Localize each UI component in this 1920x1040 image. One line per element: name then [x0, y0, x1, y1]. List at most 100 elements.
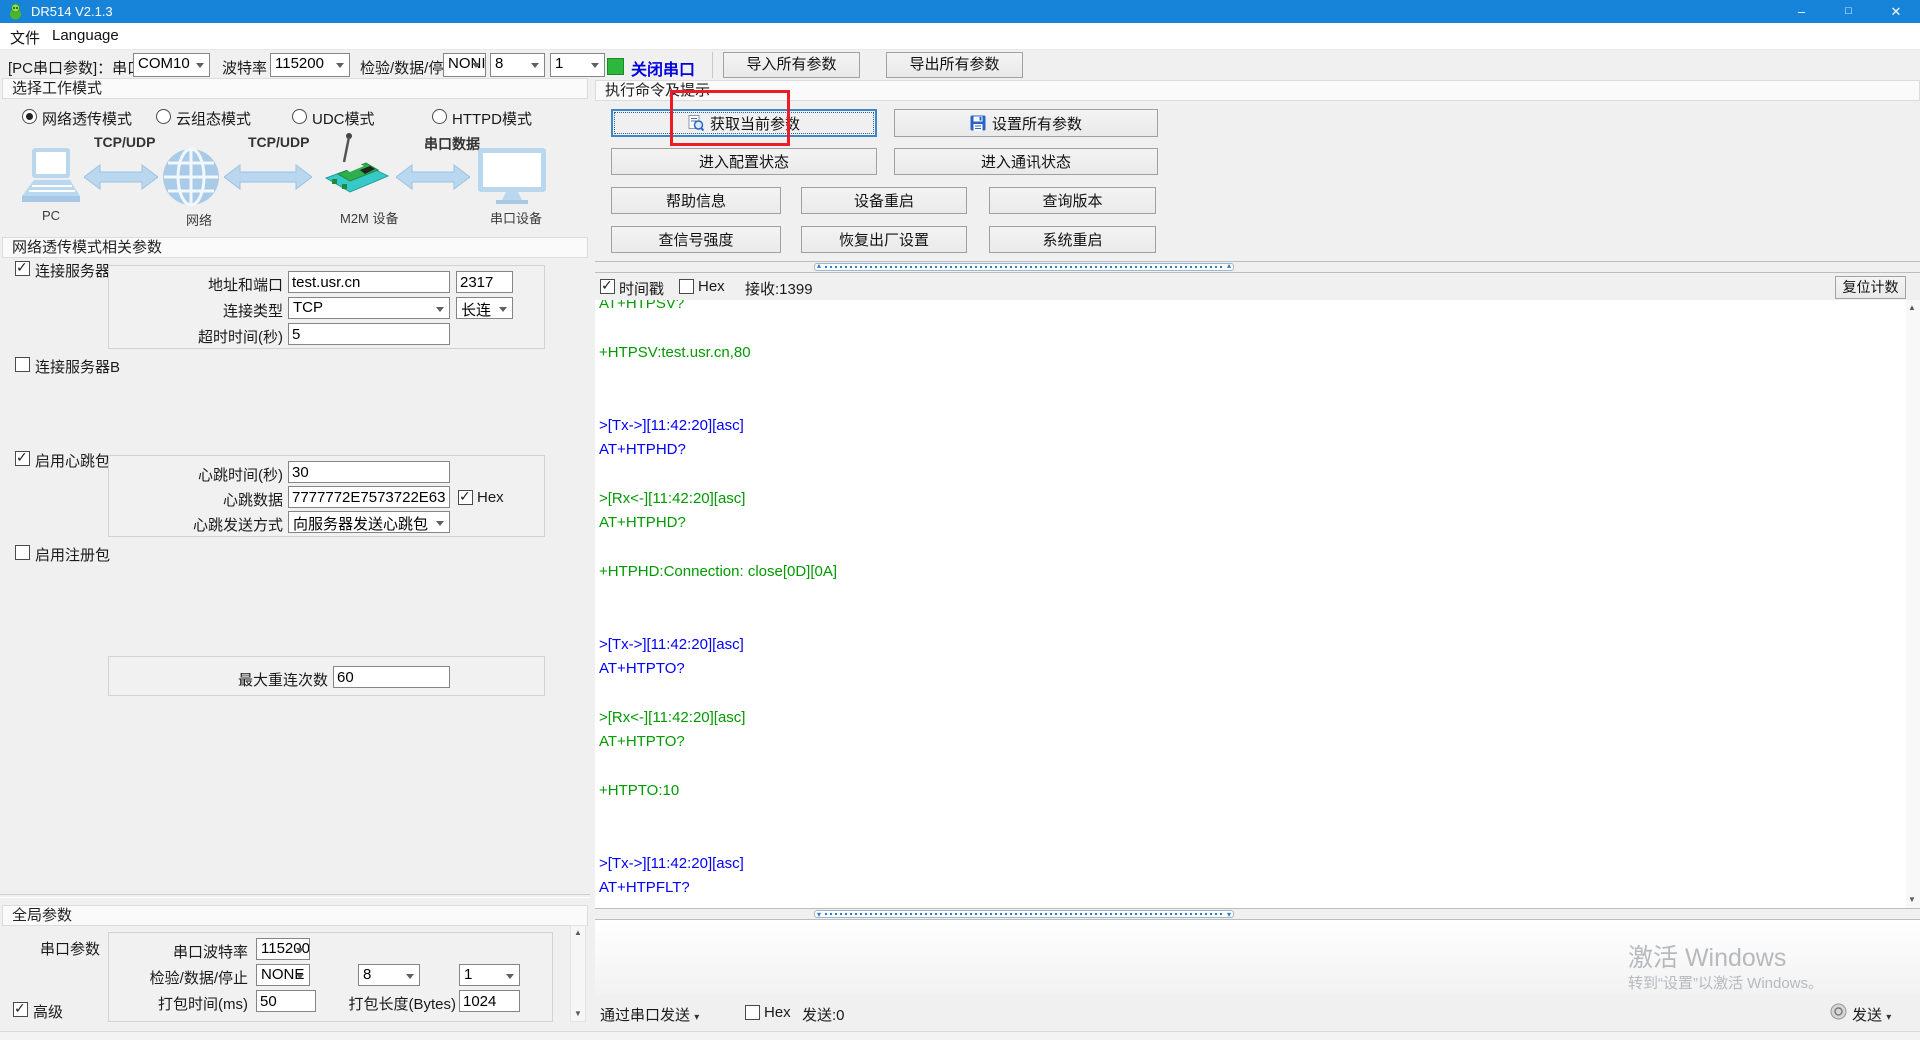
import-params-button[interactable]: 导入所有参数	[723, 52, 860, 78]
minimize-button[interactable]: –	[1778, 0, 1825, 23]
terminal-output[interactable]: AT+HTPSV?+HTPSV:test.usr.cn,80>[Tx->][11…	[595, 300, 1906, 908]
command-panel-header: 执行命令及提示	[595, 80, 1920, 101]
menu-language[interactable]: Language	[52, 27, 119, 44]
g-parity-select[interactable]: NONE	[256, 964, 310, 986]
heartbeat-data-input[interactable]	[288, 486, 450, 508]
databits-select[interactable]: 8	[490, 53, 545, 77]
baud-select[interactable]: 115200	[270, 53, 350, 77]
scroll-down-icon[interactable]: ▼	[570, 1006, 586, 1022]
app-icon	[7, 3, 24, 20]
reconnect-label: 最大重连次数	[225, 669, 328, 690]
stopbits-select[interactable]: 1	[550, 53, 605, 77]
terminal-scroll-down-icon[interactable]: ▼	[1905, 892, 1919, 908]
enter-config-button[interactable]: 进入配置状态	[611, 148, 877, 175]
terminal-line: >[Rx<-][11:42:20][asc]	[595, 706, 1906, 730]
splitter-arrow-icon: ▴	[817, 261, 821, 271]
server-a-checkbox[interactable]	[15, 261, 30, 276]
g-databits-select[interactable]: 8	[358, 964, 420, 986]
params-section-header: 网络透传模式相关参数	[2, 237, 588, 258]
scroll-up-icon[interactable]: ▲	[570, 925, 586, 941]
heartbeat-time-input[interactable]	[288, 461, 450, 483]
terminal-line	[595, 535, 1906, 559]
system-reboot-button[interactable]: 系统重启	[989, 226, 1156, 253]
bottom-splitter-handle[interactable]: ▾ ▾	[814, 910, 1234, 918]
radio-udc-mode[interactable]	[292, 109, 307, 124]
server-a-address-input[interactable]	[288, 271, 450, 293]
m2m-label: M2M 设备	[340, 208, 399, 227]
recv-hex-checkbox[interactable]	[679, 279, 694, 294]
send-dropdown-icon: ▾	[1886, 1012, 1891, 1023]
export-params-button[interactable]: 导出所有参数	[886, 52, 1023, 78]
link1-label: TCP/UDP	[94, 134, 155, 150]
heartbeat-hex-checkbox[interactable]	[458, 490, 473, 505]
baud-label: 波特率	[222, 57, 267, 78]
parity-select[interactable]: NONI	[443, 53, 486, 77]
terminal-scrollbar[interactable]	[1906, 300, 1920, 908]
conn-type-select[interactable]: TCP	[288, 297, 450, 319]
serial-params-label: 串口参数	[40, 938, 100, 959]
send-button-label: 发送	[1852, 1007, 1882, 1024]
send-hex-label: Hex	[764, 1004, 791, 1021]
device-reboot-button[interactable]: 设备重启	[801, 187, 967, 214]
server-b-checkbox[interactable]	[15, 357, 30, 372]
heartbeat-label: 启用心跳包	[35, 450, 110, 471]
send-hex-checkbox[interactable]	[745, 1005, 760, 1020]
heartbeat-mode-select[interactable]: 向服务器发送心跳包	[288, 511, 450, 533]
terminal-scroll-up-icon[interactable]: ▲	[1905, 300, 1919, 316]
top-splitter[interactable]	[595, 261, 1920, 273]
pc-icon	[20, 146, 80, 206]
send-button[interactable]: 发送 ▾	[1852, 1004, 1891, 1025]
set-params-button[interactable]: 设置所有参数	[894, 109, 1158, 137]
link2-label: TCP/UDP	[248, 134, 309, 150]
bottom-splitter[interactable]	[595, 908, 1920, 920]
terminal-line: >[Tx->][11:42:20][asc]	[595, 414, 1906, 438]
radio-httpd-mode[interactable]	[432, 109, 447, 124]
terminal-line	[595, 755, 1906, 779]
send-via-serial-button[interactable]: 通过串口发送 ▾	[600, 1004, 699, 1025]
radio-cloud-config[interactable]	[156, 109, 171, 124]
register-checkbox[interactable]	[15, 545, 30, 560]
pack-time-input[interactable]	[256, 990, 316, 1012]
terminal-line	[595, 828, 1906, 852]
terminal-log: AT+HTPSV?+HTPSV:test.usr.cn,80>[Tx->][11…	[595, 300, 1906, 901]
terminal-line	[595, 365, 1906, 389]
terminal-line: >[Tx->][11:42:20][asc]	[595, 852, 1906, 876]
splitter-arrow-icon: ▾	[1227, 910, 1231, 920]
heartbeat-checkbox[interactable]	[15, 451, 30, 466]
g-baud-select[interactable]: 115200	[256, 938, 310, 960]
timestamp-checkbox[interactable]	[600, 279, 615, 294]
signal-strength-button[interactable]: 查信号强度	[611, 226, 781, 253]
terminal-line	[595, 803, 1906, 827]
pack-len-input[interactable]	[459, 990, 520, 1012]
register-label: 启用注册包	[35, 544, 110, 565]
top-splitter-handle[interactable]: ▴ ▴	[814, 263, 1234, 271]
maximize-button[interactable]: □	[1825, 0, 1872, 23]
advanced-checkbox[interactable]	[13, 1002, 28, 1017]
g-parity-label: 检验/数据/停止	[140, 967, 248, 988]
g-stopbits-select[interactable]: 1	[459, 964, 520, 986]
conn-mode-select[interactable]: 长连	[456, 297, 513, 319]
com-port-select[interactable]: COM10	[133, 53, 210, 77]
advanced-label: 高级	[33, 1001, 63, 1022]
terminal-line	[595, 462, 1906, 486]
close-port-button[interactable]: 关闭串口	[631, 56, 695, 80]
reset-counter-button[interactable]: 复位计数	[1835, 276, 1906, 299]
close-button[interactable]: ✕	[1872, 0, 1920, 23]
terminal-line: +HTPSV:test.usr.cn,80	[595, 341, 1906, 365]
server-b-label: 连接服务器B	[35, 356, 120, 377]
help-button[interactable]: 帮助信息	[611, 187, 781, 214]
factory-reset-label: 恢复出厂设置	[839, 229, 929, 250]
radio-net-passthrough[interactable]	[22, 109, 37, 124]
splitter-dots	[825, 266, 1223, 268]
reconnect-input[interactable]	[333, 666, 450, 688]
query-version-button[interactable]: 查询版本	[989, 187, 1156, 214]
terminal-line: +HTPHD:Connection: close[0D][0A]	[595, 560, 1906, 584]
server-a-port-input[interactable]	[456, 271, 513, 293]
annotation-highlight-box	[670, 90, 790, 146]
timeout-input[interactable]	[288, 323, 450, 345]
menu-file[interactable]: 文件	[10, 27, 40, 48]
arrow-net-m2m-icon	[224, 162, 312, 192]
enter-comm-button[interactable]: 进入通讯状态	[894, 148, 1158, 175]
factory-reset-button[interactable]: 恢复出厂设置	[801, 226, 967, 253]
net-label: 网络	[186, 210, 212, 229]
